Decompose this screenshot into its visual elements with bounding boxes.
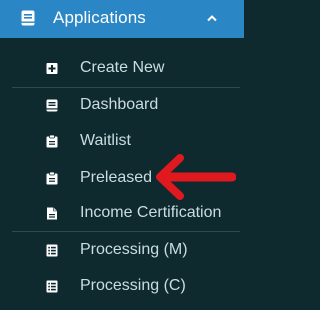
menu-item-label: Create New [80, 59, 165, 76]
menu-item-label: Processing (M) [80, 241, 188, 258]
applications-menu-header[interactable]: Applications [0, 0, 244, 38]
dashboard-doc-icon [46, 99, 58, 112]
menu-title: Applications [53, 8, 146, 27]
menu-item-label: Processing (C) [80, 277, 186, 294]
menu-item-dashboard[interactable]: Dashboard [0, 88, 244, 122]
menu-item-income-certification[interactable]: Income Certification [0, 196, 244, 230]
menu-item-waitlist[interactable]: Waitlist [0, 124, 244, 158]
chevron-up-icon[interactable] [207, 14, 217, 22]
sidebar-menu: Applications Create New Dashboard Waitli… [0, 0, 244, 310]
list-doc-icon [46, 244, 58, 257]
menu-item-processing-c[interactable]: Processing (C) [0, 269, 244, 303]
clipboard-icon [46, 135, 58, 148]
menu-item-label: Income Certification [80, 204, 222, 221]
menu-item-label: Waitlist [80, 132, 131, 149]
menu-item-label: Preleased [80, 169, 153, 186]
menu-item-create-new[interactable]: Create New [0, 51, 244, 85]
book-icon [21, 10, 35, 26]
menu-item-processing-m[interactable]: Processing (M) [0, 233, 244, 267]
arrow-left-icon [156, 154, 236, 200]
list-doc-icon [46, 280, 58, 293]
plus-square-icon [46, 63, 58, 74]
menu-item-label: Dashboard [80, 96, 159, 113]
document-icon [47, 207, 57, 220]
clipboard-icon [46, 172, 58, 185]
divider [12, 231, 240, 232]
